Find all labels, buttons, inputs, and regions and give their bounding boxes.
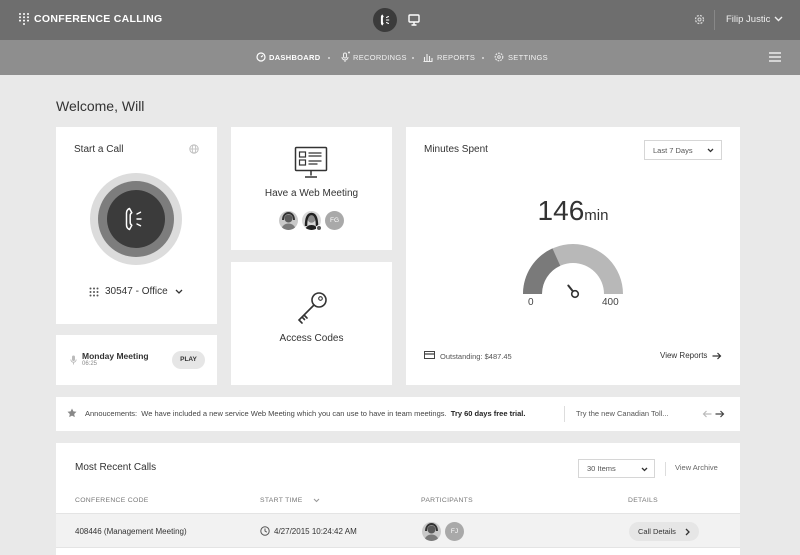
phone-icon bbox=[380, 14, 390, 26]
bar-chart-icon bbox=[423, 52, 433, 62]
nav-separator bbox=[412, 57, 414, 59]
chevron-down-icon bbox=[707, 148, 714, 153]
user-menu-name[interactable]: Filip Justic bbox=[726, 14, 770, 25]
recording-duration: 06:25 bbox=[82, 361, 98, 367]
minutes-unit: min bbox=[584, 207, 609, 224]
outstanding-balance: Outstanding: $487.45 bbox=[440, 352, 512, 361]
clock-icon bbox=[260, 526, 270, 536]
arrow-right-icon[interactable] bbox=[715, 410, 725, 418]
gear-icon bbox=[494, 52, 504, 62]
column-header-details: DETAILS bbox=[628, 497, 658, 504]
announcement-label: Annoucements: bbox=[85, 409, 138, 418]
column-header-participants: PARTICIPANTS bbox=[421, 497, 473, 504]
chevron-down-icon[interactable] bbox=[774, 16, 783, 22]
arrow-right-icon[interactable] bbox=[712, 352, 722, 360]
key-icon bbox=[295, 290, 329, 326]
free-trial-link[interactable]: Try 60 days free trial. bbox=[451, 409, 526, 418]
call-mode-button[interactable] bbox=[373, 8, 397, 32]
call-details-button[interactable]: Call Details bbox=[629, 522, 699, 541]
card-title: Have a Web Meeting bbox=[264, 188, 359, 199]
star-icon bbox=[67, 408, 77, 418]
start-call-button[interactable] bbox=[89, 172, 183, 266]
microphone-icon bbox=[340, 51, 351, 63]
credit-card-icon bbox=[424, 351, 435, 359]
dashboard-icon bbox=[256, 52, 266, 62]
card-title: Access Codes bbox=[279, 333, 344, 344]
line-selector[interactable]: 30547 - Office bbox=[105, 286, 168, 297]
hamburger-menu-icon[interactable] bbox=[769, 52, 781, 62]
items-per-page-select[interactable]: 30 Items bbox=[578, 459, 655, 478]
nav-item-recordings[interactable]: RECORDINGS bbox=[353, 53, 407, 62]
view-archive-link[interactable]: View Archive bbox=[675, 463, 718, 472]
web-meeting-card[interactable]: Have a Web Meeting FG bbox=[231, 127, 392, 250]
access-codes-card[interactable]: Access Codes bbox=[231, 262, 392, 385]
gear-icon[interactable] bbox=[693, 13, 706, 26]
dialpad-logo-icon bbox=[18, 12, 30, 26]
items-per-page-value: 30 Items bbox=[587, 464, 616, 473]
table-row[interactable]: 408446 (Management Meeting) 4/27/2015 10… bbox=[56, 513, 740, 548]
gauge-min-label: 0 bbox=[528, 297, 534, 308]
date-range-value: Last 7 Days bbox=[653, 146, 693, 155]
monitor-icon bbox=[408, 14, 420, 26]
welcome-heading: Welcome, Will bbox=[56, 98, 145, 114]
recording-title: Monday Meeting bbox=[82, 351, 149, 361]
nav-item-reports[interactable]: REPORTS bbox=[437, 53, 475, 62]
globe-icon[interactable] bbox=[189, 144, 199, 154]
announcement-text: Annoucements: We have included a new ser… bbox=[85, 409, 525, 418]
recent-calls-card: Most Recent Calls 30 Items View Archive … bbox=[56, 443, 740, 555]
announcement-body: We have included a new service Web Meeti… bbox=[141, 409, 447, 418]
divider bbox=[665, 462, 666, 476]
start-call-card: Start a Call 30547 - Office bbox=[56, 127, 217, 324]
nav-item-settings[interactable]: SETTINGS bbox=[508, 53, 548, 62]
card-title: Start a Call bbox=[74, 144, 124, 155]
avatar bbox=[279, 211, 298, 230]
app-title[interactable]: CONFERENCE CALLING bbox=[34, 13, 162, 25]
avatar: FJ bbox=[445, 522, 464, 541]
minutes-total: 146min bbox=[406, 195, 740, 227]
arrow-left-icon[interactable] bbox=[702, 410, 712, 418]
divider bbox=[714, 10, 715, 30]
chevron-right-icon bbox=[685, 528, 690, 536]
next-announcement-preview[interactable]: Try the new Canadian Toll... bbox=[576, 409, 669, 418]
online-status-dot bbox=[316, 225, 322, 231]
nav-separator bbox=[482, 57, 484, 59]
date-range-select[interactable]: Last 7 Days bbox=[644, 140, 722, 160]
announcement-bar: Annoucements: We have included a new ser… bbox=[56, 397, 740, 431]
chevron-down-icon bbox=[641, 467, 648, 472]
play-button[interactable]: PLAY bbox=[172, 351, 205, 369]
divider bbox=[564, 406, 565, 422]
call-details-label: Call Details bbox=[638, 527, 676, 536]
nav-item-dashboard[interactable]: DASHBOARD bbox=[269, 53, 320, 62]
dialpad-icon bbox=[89, 287, 99, 298]
column-header-code[interactable]: CONFERENCE CODE bbox=[75, 497, 149, 504]
view-reports-link[interactable]: View Reports bbox=[660, 351, 707, 360]
screen-share-button[interactable] bbox=[404, 10, 424, 30]
chevron-down-icon[interactable] bbox=[175, 289, 183, 295]
minutes-value: 146 bbox=[537, 195, 585, 226]
column-header-start-time[interactable]: START TIME bbox=[260, 497, 303, 504]
cell-conference-code: 408446 (Management Meeting) bbox=[75, 527, 187, 536]
gauge-max-label: 400 bbox=[602, 297, 619, 308]
microphone-icon bbox=[70, 355, 77, 365]
minutes-spent-card: Minutes Spent Last 7 Days 146min 0 400 O… bbox=[406, 127, 740, 385]
card-title: Most Recent Calls bbox=[75, 462, 157, 473]
sort-down-icon[interactable] bbox=[313, 498, 320, 503]
cell-start-time: 4/27/2015 10:24:42 AM bbox=[274, 527, 357, 536]
avatar bbox=[422, 522, 441, 541]
avatar: FG bbox=[325, 211, 344, 230]
nav-separator bbox=[328, 57, 330, 59]
web-meeting-icon bbox=[294, 146, 328, 180]
recording-card: Monday Meeting 06:25 PLAY bbox=[56, 335, 217, 385]
card-title: Minutes Spent bbox=[424, 144, 488, 155]
